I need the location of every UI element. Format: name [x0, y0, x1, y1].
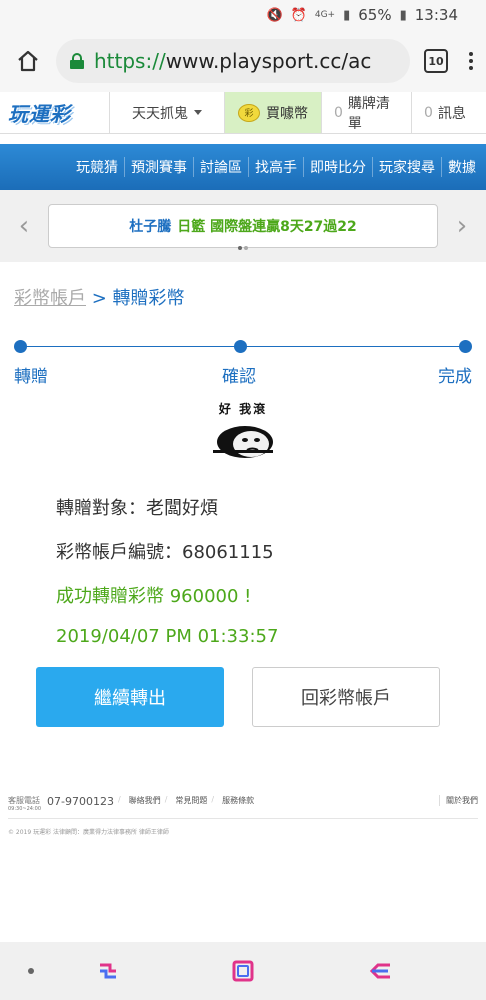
carousel-indicator — [238, 246, 248, 250]
site-top-nav: 玩運彩 天天抓鬼 彩 買噱幣 0 購牌清單 0 訊息 — [0, 92, 486, 134]
chevron-left-icon[interactable]: ‹ — [0, 211, 48, 241]
panda-face-icon — [213, 426, 273, 458]
chevron-right-icon[interactable]: › — [438, 211, 486, 241]
footer-link-about[interactable]: 關於我們 — [439, 795, 478, 806]
status-bar: 🔇 ⏰ 4G+ ▮ 65% ▮ 13:34 — [0, 0, 486, 30]
menu-item-player-search[interactable]: 玩家搜尋 — [372, 157, 441, 177]
tab-switcher-button[interactable]: 10 — [424, 49, 448, 73]
battery-level: 65% — [358, 6, 392, 24]
banner-name: 杜子騰 — [129, 219, 172, 235]
carousel-banner[interactable]: 杜子騰 日籃 國際盤連贏8天27過22 — [48, 204, 438, 248]
nav-hunt-dropdown[interactable]: 天天抓鬼 — [110, 92, 225, 133]
overflow-menu-icon[interactable] — [466, 52, 476, 70]
account-number: 彩幣帳戶編號：68061115 — [56, 542, 274, 563]
footer-link-contact[interactable]: 聯絡我們 — [129, 795, 161, 806]
nav-messages[interactable]: 0 訊息 — [412, 92, 478, 133]
logo-text: 玩運彩 — [8, 102, 71, 126]
nav-buy-coins[interactable]: 彩 買噱幣 — [225, 92, 322, 133]
back-icon[interactable] — [368, 961, 392, 981]
home-nav-icon[interactable] — [232, 960, 254, 982]
signal-icon: ▮ — [343, 7, 351, 23]
nav-list-label: 購牌清單 — [347, 95, 390, 132]
nav-purchase-list[interactable]: 0 購牌清單 — [322, 92, 412, 133]
copyright: © 2019 玩運彩 法律顧問：廣業得力法律事務所 律師王律師 — [8, 829, 169, 836]
step-dot-3 — [459, 340, 472, 353]
site-logo[interactable]: 玩運彩 — [0, 92, 110, 133]
menu-item-predict[interactable]: 預測賽事 — [124, 157, 193, 177]
banner-text: 日籃 國際盤連贏8天27過22 — [177, 219, 357, 235]
breadcrumb-separator: > — [86, 288, 113, 309]
back-to-account-button[interactable]: 回彩幣帳戶 — [252, 667, 440, 727]
step-label-1: 轉贈 — [14, 367, 48, 387]
battery-icon: ▮ — [399, 7, 407, 23]
transfer-timestamp: 2019/04/07 PM 01:33:57 — [56, 626, 279, 647]
chevron-down-icon — [194, 110, 202, 115]
news-carousel: ‹ 杜子騰 日籃 國際盤連贏8天27過22 › — [0, 190, 486, 262]
main-content: 彩幣帳戶 > 轉贈彩幣 轉贈 確認 完成 好 我滾 轉贈對象：老闆好煩 彩幣帳戶… — [0, 262, 486, 727]
home-icon[interactable] — [10, 43, 46, 79]
nav-hunt-label: 天天抓鬼 — [132, 105, 188, 122]
service-hours: 09:30~24:00 — [8, 806, 42, 812]
breadcrumb-current: 轉贈彩幣 — [112, 288, 185, 309]
alarm-icon: ⏰ — [290, 7, 307, 23]
url-scheme: https:// — [94, 49, 166, 73]
breadcrumb: 彩幣帳戶 > 轉贈彩幣 — [14, 284, 472, 310]
system-nav-bar — [0, 942, 486, 1000]
step-dot-2 — [234, 340, 247, 353]
action-buttons: 繼續轉出 回彩幣帳戶 — [14, 667, 472, 727]
service-phone: 07-9700123 — [47, 795, 114, 808]
recent-apps-icon[interactable] — [96, 961, 120, 981]
url-text: www.playsport.cc/ac — [165, 49, 372, 73]
browser-toolbar: https://www.playsport.cc/ac 10 — [0, 30, 486, 92]
progress-steps: 轉贈 確認 完成 — [14, 340, 472, 390]
footer-link-faq[interactable]: 常見問題 — [175, 795, 207, 806]
footer-link-terms[interactable]: 服務條款 — [222, 795, 254, 806]
messages-count: 0 — [424, 104, 433, 121]
menu-item-forum[interactable]: 討論區 — [193, 157, 248, 177]
mute-icon: 🔇 — [266, 7, 283, 23]
network-label: 4G+ — [314, 10, 336, 20]
dot-icon[interactable] — [28, 968, 34, 974]
nav-msg-label: 訊息 — [437, 105, 466, 122]
meme-caption: 好 我滾 — [218, 402, 268, 416]
service-label: 客服電話 — [8, 796, 40, 805]
nav-buy-label: 買噱幣 — [266, 105, 308, 122]
menu-item-data[interactable]: 數據 — [441, 157, 482, 177]
menu-item-guess[interactable]: 玩競猜 — [70, 157, 124, 177]
step-label-3: 完成 — [438, 367, 472, 387]
step-label-2: 確認 — [222, 367, 256, 387]
menu-item-experts[interactable]: 找高手 — [248, 157, 303, 177]
coin-icon: 彩 — [238, 103, 260, 122]
lock-icon — [70, 53, 84, 69]
step-dot-1 — [14, 340, 27, 353]
site-footer: 客服電話 09:30~24:00 07-9700123 /聯絡我們 / 常見問題 … — [8, 795, 478, 836]
clock: 13:34 — [414, 6, 458, 24]
continue-transfer-button[interactable]: 繼續轉出 — [36, 667, 224, 727]
purchase-list-count: 0 — [334, 104, 343, 121]
menu-item-livescore[interactable]: 即時比分 — [303, 157, 372, 177]
transfer-result: 轉贈對象：老闆好煩 彩幣帳戶編號：68061115 成功轉贈彩幣 960000 … — [14, 494, 472, 647]
main-menu: 玩競猜 預測賽事 討論區 找高手 即時比分 玩家搜尋 數據 — [0, 144, 486, 190]
address-bar[interactable]: https://www.playsport.cc/ac — [56, 39, 410, 83]
meme-image: 好 我滾 — [203, 400, 283, 472]
breadcrumb-parent-link[interactable]: 彩幣帳戶 — [14, 288, 86, 309]
transfer-target: 轉贈對象：老闆好煩 — [56, 498, 218, 519]
success-message: 成功轉贈彩幣 960000 ! — [56, 586, 252, 607]
